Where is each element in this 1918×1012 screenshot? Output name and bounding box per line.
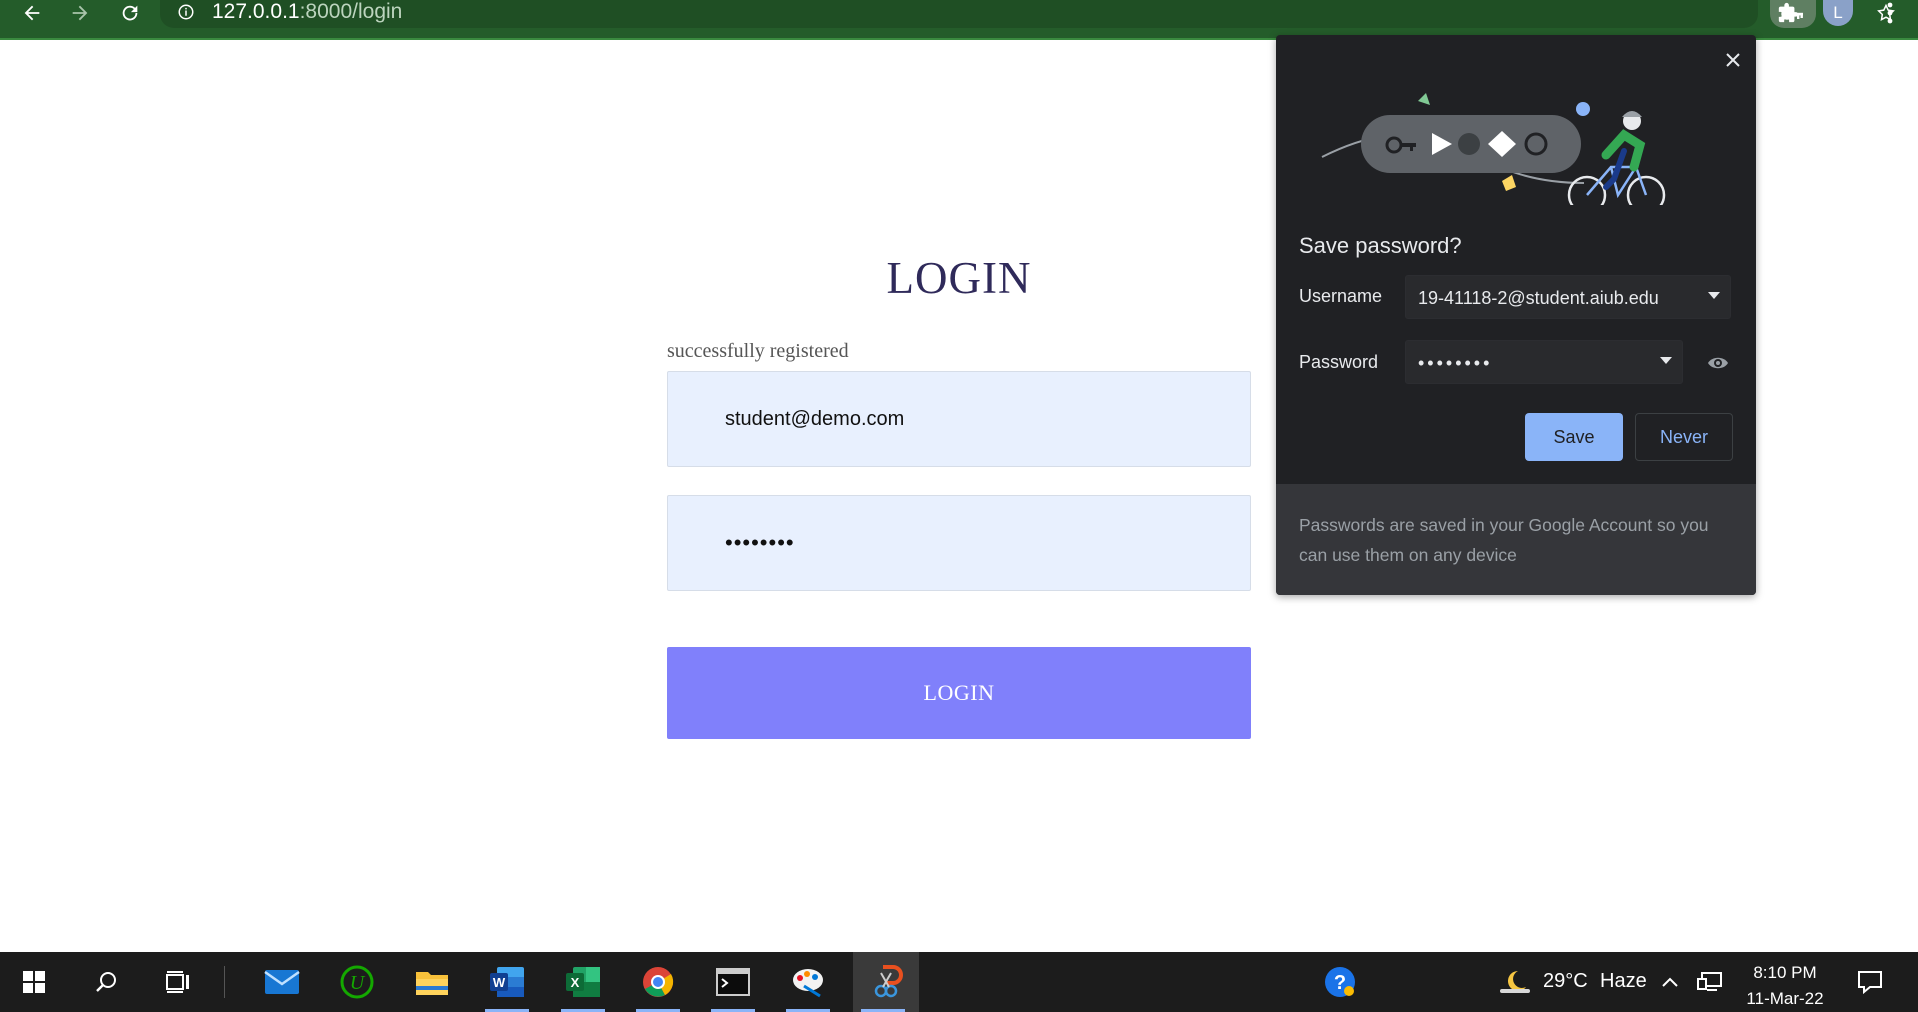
password-field-container <box>667 495 1251 591</box>
task-view-icon[interactable] <box>148 952 208 1012</box>
excel-icon[interactable]: X <box>553 952 613 1012</box>
flash-message: successfully registered <box>667 340 849 362</box>
url-text[interactable]: 127.0.0.1:8000/login <box>212 0 402 26</box>
never-button[interactable]: Never <box>1635 413 1733 461</box>
system-clock[interactable]: 8:10 PM 11-Mar-22 <box>1730 960 1840 1012</box>
close-icon[interactable] <box>1720 47 1746 73</box>
clock-time: 8:10 PM <box>1753 963 1817 982</box>
taskbar: U W X ? 29°C Haze 8:10 PM 11-Mar-22 <box>0 952 1918 1012</box>
username-select[interactable]: 19-41118-2@student.aiub.edu <box>1405 275 1731 319</box>
email-field-container <box>667 371 1251 467</box>
clock-date: 11-Mar-22 <box>1746 989 1824 1008</box>
notification-icon[interactable] <box>1840 952 1900 1012</box>
page-title: LOGIN <box>886 253 1032 303</box>
svg-text:W: W <box>493 975 506 990</box>
snipping-icon[interactable] <box>853 952 919 1012</box>
chevron-down-icon <box>1708 292 1720 299</box>
terminal-icon[interactable] <box>703 952 763 1012</box>
file-explorer-icon[interactable] <box>402 952 462 1012</box>
url-path: :8000/login <box>299 0 403 23</box>
chrome-icon[interactable] <box>628 952 688 1012</box>
svg-text:X: X <box>571 975 580 990</box>
paint-icon[interactable] <box>778 952 838 1012</box>
password-label: Password <box>1299 352 1379 372</box>
password-value: •••••••• <box>1418 353 1493 373</box>
chevron-down-icon <box>1660 357 1672 364</box>
cyclist-illustration <box>1321 93 1666 205</box>
upwork-icon[interactable]: U <box>327 952 387 1012</box>
weather-icon <box>1485 952 1545 1012</box>
bubble-footer: Passwords are saved in your Google Accou… <box>1276 484 1756 595</box>
username-value: 19-41118-2@student.aiub.edu <box>1418 288 1659 308</box>
taskbar-divider <box>224 966 225 998</box>
login-button[interactable]: LOGIN <box>667 647 1251 739</box>
reload-icon[interactable] <box>112 0 148 26</box>
help-icon[interactable]: ? <box>1310 952 1370 1012</box>
password-select[interactable]: •••••••• <box>1405 340 1683 384</box>
windows-start-icon[interactable] <box>4 952 64 1012</box>
weather-condition: Haze <box>1600 970 1647 992</box>
temperature: 29°C <box>1543 970 1588 992</box>
chevron-up-icon[interactable] <box>1650 952 1690 1012</box>
extensions-icon[interactable] <box>1770 0 1806 26</box>
back-icon[interactable] <box>14 0 50 26</box>
save-button[interactable]: Save <box>1525 413 1623 461</box>
email-field[interactable] <box>668 372 1250 466</box>
url-host: 127.0.0.1 <box>212 0 300 23</box>
svg-text:U: U <box>350 972 366 994</box>
bubble-title: Save password? <box>1299 233 1462 258</box>
bicycle-icon <box>1567 111 1666 205</box>
forward-icon[interactable] <box>62 0 98 26</box>
eye-icon[interactable] <box>1706 351 1730 375</box>
menu-icon[interactable] <box>1872 0 1908 26</box>
network-icon[interactable] <box>1690 952 1730 1012</box>
footer-text: Passwords are saved in your Google Accou… <box>1299 515 1709 565</box>
password-field[interactable] <box>668 496 1250 590</box>
browser-toolbar: 127.0.0.1:8000/login L <box>0 0 1918 40</box>
username-label: Username <box>1299 286 1383 306</box>
address-bar[interactable]: 127.0.0.1:8000/login <box>160 0 1895 28</box>
word-icon[interactable]: W <box>477 952 537 1012</box>
mail-icon[interactable] <box>252 952 312 1012</box>
info-icon[interactable] <box>176 2 196 22</box>
search-icon[interactable] <box>76 952 136 1012</box>
save-password-bubble: Save password? Username 19-41118-2@stude… <box>1276 35 1756 595</box>
